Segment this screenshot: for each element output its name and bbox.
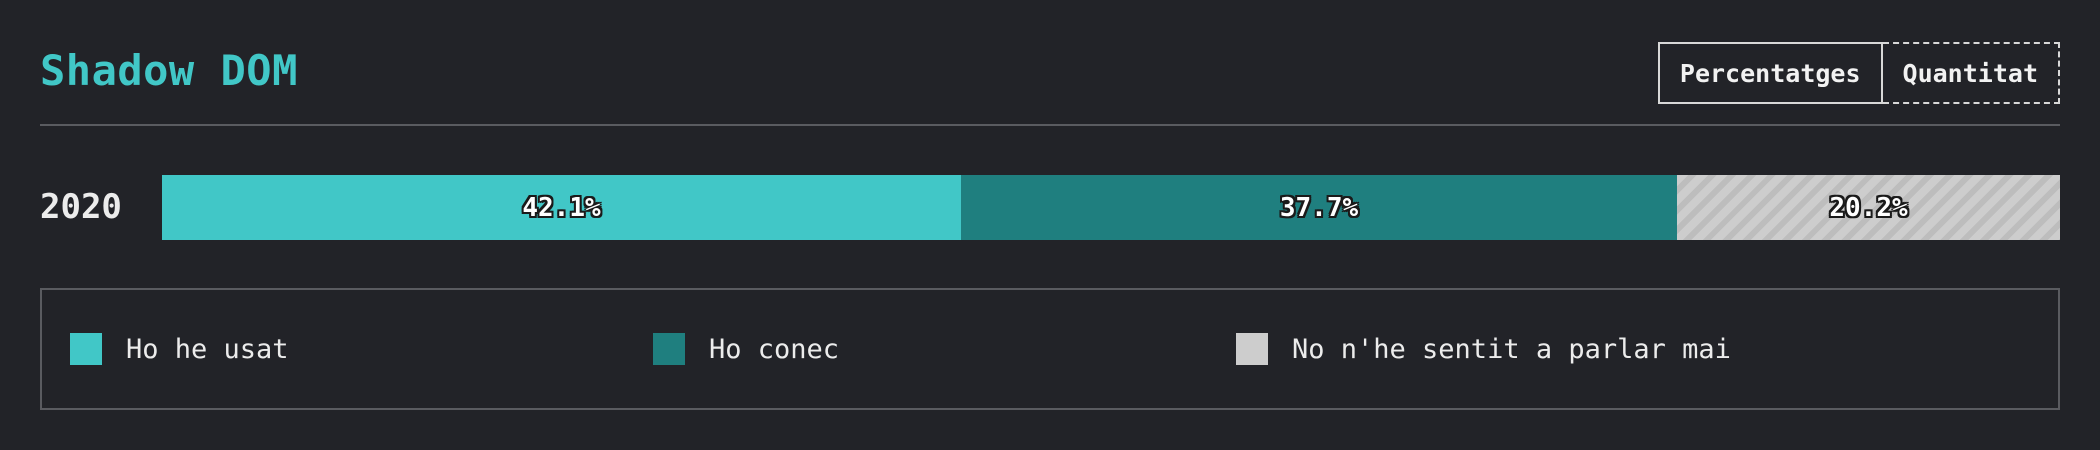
chart-title: Shadow DOM bbox=[40, 46, 298, 95]
legend-item: Ho conec bbox=[653, 290, 839, 408]
legend-swatch bbox=[1236, 333, 1268, 365]
legend-swatch bbox=[653, 333, 685, 365]
chart-header: Shadow DOM Percentatges Quantitat bbox=[40, 38, 2060, 126]
bar-segment-label: 20.2% bbox=[1829, 192, 1908, 223]
percentages-button[interactable]: Percentatges bbox=[1657, 42, 1883, 104]
bar-row: 2020 42.1% 37.7% 20.2% bbox=[40, 175, 2060, 240]
bar-segment-label: 37.7% bbox=[1279, 192, 1359, 223]
bar-segment-3: 20.2% bbox=[1677, 175, 2060, 240]
legend-item: Ho he usat bbox=[70, 290, 289, 408]
bar-segment-label: 42.1% bbox=[522, 192, 601, 223]
legend-item: No n'he sentit a parlar mai bbox=[1236, 290, 1731, 408]
legend-swatch bbox=[70, 333, 102, 365]
legend-label: Ho conec bbox=[709, 333, 840, 365]
stacked-bar: 42.1% 37.7% 20.2% bbox=[162, 175, 2060, 240]
category-label: 2020 bbox=[40, 187, 122, 227]
chart-legend: Ho he usat Ho conec No n'he sentit a parla… bbox=[40, 288, 2060, 410]
bar-segment-1: 42.1% bbox=[162, 175, 961, 240]
legend-label: Ho he usat bbox=[126, 333, 289, 365]
bar-segment-2: 37.7% bbox=[961, 175, 1677, 240]
legend-label: No n'he sentit a parlar mai bbox=[1292, 333, 1731, 365]
unit-toggle: Percentatges Quantitat bbox=[1657, 42, 2060, 104]
quantity-button[interactable]: Quantitat bbox=[1882, 42, 2060, 104]
